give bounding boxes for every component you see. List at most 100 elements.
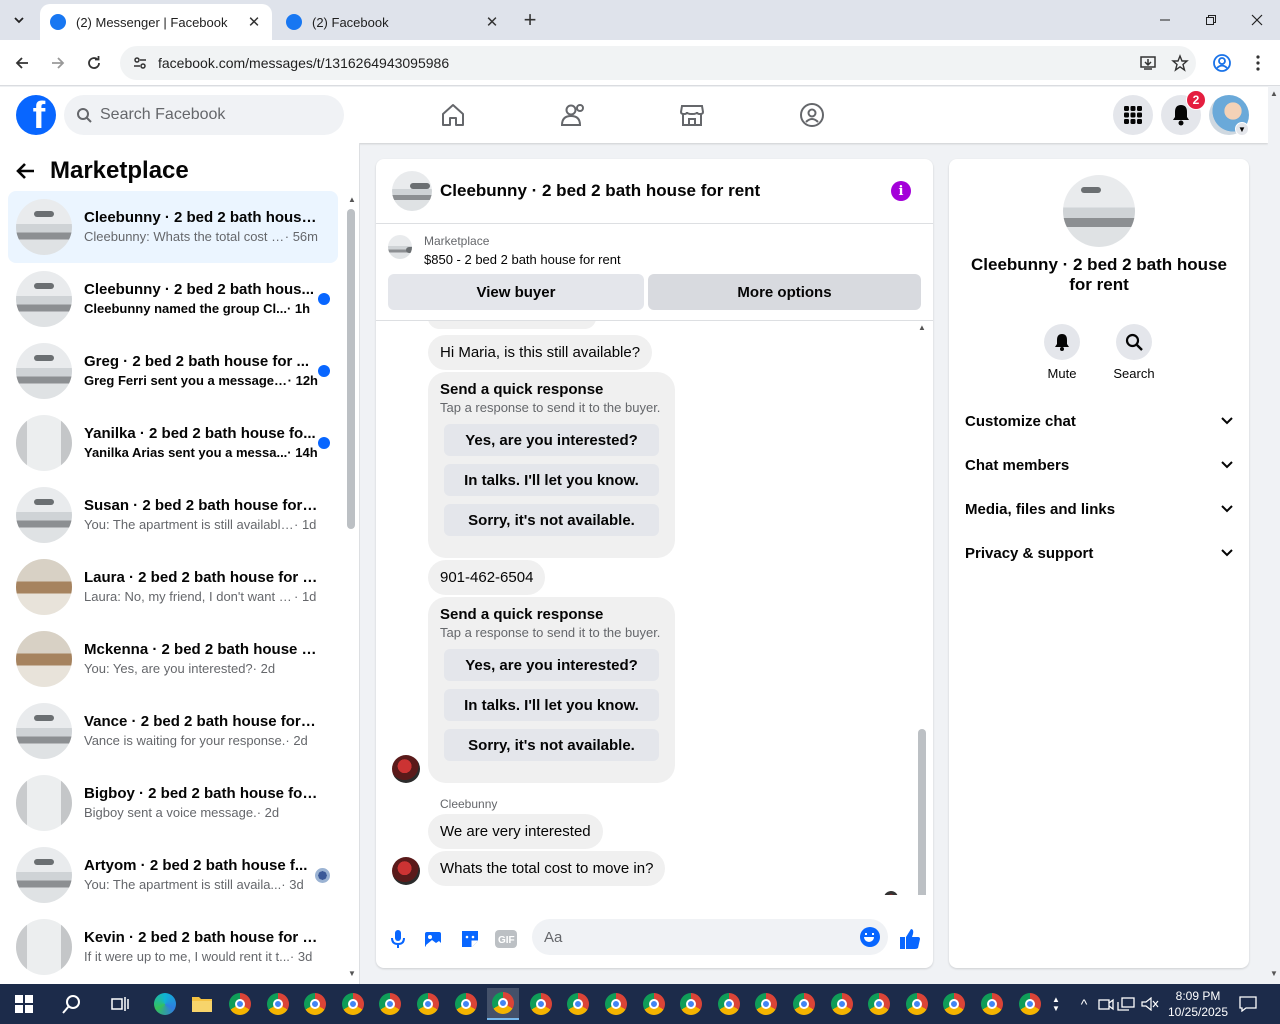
info-icon[interactable]: i — [891, 181, 911, 201]
page-scrollbar[interactable]: ▲ ▼ — [1268, 87, 1280, 984]
taskbar-scroll-icon[interactable]: ▲ ▼ — [1048, 988, 1064, 1020]
quick-response-in-talks[interactable]: In talks. I'll let you know. — [444, 464, 659, 496]
chrome-taskbar-icon[interactable] — [562, 988, 594, 1020]
groups-nav[interactable] — [792, 95, 832, 135]
chrome-taskbar-icon[interactable] — [374, 988, 406, 1020]
profile-button[interactable] — [1208, 49, 1236, 77]
chrome-taskbar-icon[interactable] — [1014, 988, 1046, 1020]
back-arrow-icon[interactable] — [16, 161, 36, 181]
scroll-down-icon[interactable]: ▼ — [348, 969, 356, 978]
marketplace-nav[interactable] — [672, 95, 712, 135]
chrome-taskbar-icon[interactable] — [826, 988, 858, 1020]
emoji-icon[interactable] — [860, 927, 880, 947]
reload-button[interactable] — [80, 49, 108, 77]
back-button[interactable] — [8, 49, 36, 77]
bookmark-star-icon[interactable] — [1164, 47, 1196, 79]
conversation-item[interactable]: Bigboy · 2 bed 2 bath house for ... Bigbo… — [8, 767, 338, 839]
search-action[interactable]: Search — [1104, 324, 1164, 381]
photo-icon[interactable] — [422, 927, 446, 951]
view-buyer-button[interactable]: View buyer — [388, 274, 644, 310]
thumbs-up-icon[interactable] — [898, 927, 922, 951]
conversation-item[interactable]: Laura · 2 bed 2 bath house for r... Laura… — [8, 551, 338, 623]
restore-button[interactable] — [1196, 6, 1226, 34]
scroll-up-icon[interactable]: ▲ — [918, 323, 926, 332]
sender-avatar[interactable] — [392, 755, 420, 783]
chrome-taskbar-icon[interactable] — [299, 988, 331, 1020]
site-info-icon[interactable] — [124, 55, 156, 71]
tab-facebook[interactable]: (2) Facebook ✕ — [276, 4, 510, 40]
chrome-taskbar-icon[interactable] — [638, 988, 670, 1020]
file-explorer-icon[interactable] — [186, 988, 218, 1020]
friends-nav[interactable] — [553, 95, 593, 135]
listing-thumbnail[interactable] — [388, 235, 412, 259]
scroll-up-icon[interactable]: ▲ — [1270, 89, 1278, 98]
listing-title[interactable]: $850 - 2 bed 2 bath house for rent — [424, 252, 621, 267]
more-options-button[interactable]: More options — [648, 274, 921, 310]
quick-response-not-available[interactable]: Sorry, it's not available. — [444, 504, 659, 536]
chrome-taskbar-icon[interactable] — [412, 988, 444, 1020]
chrome-taskbar-icon[interactable] — [863, 988, 895, 1020]
scrollbar[interactable] — [347, 209, 355, 529]
install-app-icon[interactable] — [1132, 47, 1164, 79]
conversation-item[interactable]: Cleebunny · 2 bed 2 bath hous... Cleebunn… — [8, 263, 338, 335]
quick-response-yes[interactable]: Yes, are you interested? — [444, 424, 659, 456]
sticker-icon[interactable] — [458, 927, 482, 951]
chrome-taskbar-icon[interactable] — [938, 988, 970, 1020]
scroll-up-icon[interactable]: ▲ — [348, 195, 356, 204]
quick-response-not-available[interactable]: Sorry, it's not available. — [444, 729, 659, 761]
browser-menu-button[interactable] — [1244, 49, 1272, 77]
taskbar-search-button[interactable] — [56, 988, 88, 1020]
chrome-taskbar-icon[interactable] — [487, 988, 520, 1020]
chat-members-section[interactable]: Chat members — [965, 447, 1233, 483]
conversation-item[interactable]: Vance · 2 bed 2 bath house for r... Vance… — [8, 695, 338, 767]
scrollbar[interactable] — [918, 729, 926, 895]
chrome-taskbar-icon[interactable] — [788, 988, 820, 1020]
minimize-button[interactable] — [1150, 6, 1180, 34]
address-bar[interactable]: facebook.com/messages/t/1316264943095986 — [120, 46, 1196, 80]
chat-thumbnail[interactable] — [392, 171, 432, 211]
close-window-button[interactable] — [1242, 6, 1272, 34]
conversation-title[interactable]: Cleebunny · 2 bed 2 bath house for rent — [440, 181, 760, 201]
chevron-down-icon[interactable]: ▼ — [1235, 122, 1249, 136]
close-tab-icon[interactable]: ✕ — [484, 14, 500, 31]
conversation-item[interactable]: Kevin · 2 bed 2 bath house for r... If it… — [8, 911, 338, 983]
menu-button[interactable] — [1113, 95, 1153, 135]
chrome-taskbar-icon[interactable] — [901, 988, 933, 1020]
privacy-support-section[interactable]: Privacy & support — [965, 535, 1233, 571]
message-input[interactable]: Aa — [532, 919, 888, 955]
chrome-taskbar-icon[interactable] — [337, 988, 369, 1020]
task-view-button[interactable] — [104, 988, 136, 1020]
scroll-down-icon[interactable]: ▼ — [1270, 969, 1278, 978]
conversation-item[interactable]: Cleebunny · 2 bed 2 bath house ... Cleebu… — [8, 191, 338, 263]
customize-chat-section[interactable]: Customize chat — [965, 403, 1233, 439]
conversation-item[interactable]: Yanilka · 2 bed 2 bath house fo... Yanilk… — [8, 407, 338, 479]
media-files-section[interactable]: Media, files and links — [965, 491, 1233, 527]
edge-taskbar-icon[interactable] — [149, 988, 181, 1020]
facebook-search[interactable]: Search Facebook — [64, 95, 344, 135]
system-clock[interactable]: 8:09 PM 10/25/2025 — [1160, 988, 1236, 1020]
forward-button[interactable] — [44, 49, 72, 77]
notification-center-button[interactable] — [1232, 988, 1264, 1020]
chrome-taskbar-icon[interactable] — [675, 988, 707, 1020]
tab-messenger[interactable]: (2) Messenger | Facebook ✕ — [40, 4, 272, 40]
conversation-item[interactable]: Artyom · 2 bed 2 bath house f... You: The… — [8, 839, 338, 911]
chrome-taskbar-icon[interactable] — [525, 988, 557, 1020]
chrome-taskbar-icon[interactable] — [450, 988, 482, 1020]
chrome-taskbar-icon[interactable] — [713, 988, 745, 1020]
close-tab-icon[interactable]: ✕ — [246, 14, 262, 31]
tab-search-button[interactable] — [6, 8, 32, 32]
quick-response-yes[interactable]: Yes, are you interested? — [444, 649, 659, 681]
chrome-taskbar-icon[interactable] — [750, 988, 782, 1020]
gif-icon[interactable]: GIF — [494, 927, 518, 951]
conversation-item[interactable]: Susan · 2 bed 2 bath house for r... You: … — [8, 479, 338, 551]
url-text[interactable]: facebook.com/messages/t/1316264943095986 — [158, 55, 1132, 71]
microphone-icon[interactable] — [386, 927, 410, 951]
chrome-taskbar-icon[interactable] — [600, 988, 632, 1020]
quick-response-in-talks[interactable]: In talks. I'll let you know. — [444, 689, 659, 721]
new-tab-button[interactable]: + — [518, 7, 542, 32]
scroll-down-icon[interactable]: ▼ — [918, 893, 926, 895]
sender-avatar[interactable] — [392, 857, 420, 885]
start-button[interactable] — [8, 988, 40, 1020]
chrome-taskbar-icon[interactable] — [262, 988, 294, 1020]
home-nav[interactable] — [433, 95, 473, 135]
